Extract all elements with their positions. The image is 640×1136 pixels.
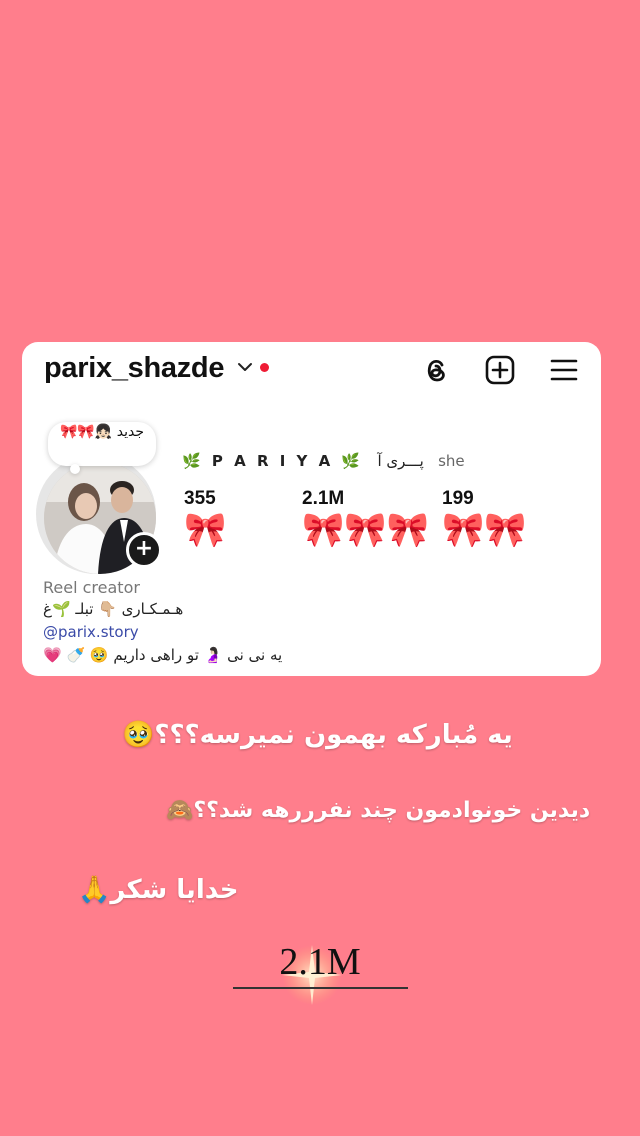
- bio-line-collab: هـمـکـاری 👇🏼 تبلـ 🌱غ: [43, 600, 184, 618]
- plus-circle-icon[interactable]: +: [126, 532, 162, 568]
- chevron-down-icon[interactable]: [236, 360, 254, 374]
- display-name-fa: پـــری آ: [377, 452, 424, 470]
- story-text-line3: خدایا شکر🙏: [78, 875, 239, 905]
- profile-card: parix_shazde + جدید 👧🏻🎀🎀 🌿 P A R I Y A 🌿…: [22, 342, 601, 676]
- plus-square-icon[interactable]: [484, 354, 516, 386]
- stat-posts[interactable]: 355 🎀: [184, 488, 226, 548]
- note-bubble-tail: [70, 464, 80, 474]
- profile-username[interactable]: parix_shazde: [44, 352, 224, 385]
- story-text-line2: دیدین خونوادمون چند نفرررهه شد؟؟🙈: [166, 798, 591, 823]
- display-name-brand: 🌿 P A R I Y A 🌿: [182, 452, 364, 470]
- stat-following[interactable]: 199 🎀🎀: [442, 488, 527, 548]
- red-dot-icon: [260, 363, 269, 372]
- stat-followers-decoration: 🎀🎀🎀: [302, 510, 430, 550]
- bio-link[interactable]: @parix.story: [43, 623, 139, 641]
- note-bubble[interactable]: جدید 👧🏻🎀🎀: [48, 422, 156, 466]
- note-text: جدید 👧🏻🎀🎀: [60, 424, 144, 440]
- stat-followers-value: 2.1M: [302, 488, 345, 509]
- stat-posts-decoration: 🎀: [184, 510, 227, 550]
- stat-following-value: 199: [442, 488, 474, 509]
- hamburger-menu-icon[interactable]: [548, 354, 580, 386]
- underline-divider: [233, 987, 408, 989]
- stat-posts-value: 355: [184, 488, 216, 509]
- stat-following-decoration: 🎀🎀: [442, 510, 527, 550]
- story-text-line1: یه مُبارکه بهمون نمیرسه؟؟؟🥹: [122, 720, 513, 750]
- threads-icon[interactable]: [420, 354, 452, 386]
- profile-category: Reel creator: [43, 578, 140, 597]
- bio-line-baby: یه نی نی 🤰🏻 تو راهی داریم 🥹 🍼 💗: [43, 646, 283, 664]
- big-follower-count: 2.1M: [279, 941, 361, 983]
- pronouns: she: [438, 452, 465, 470]
- display-name: 🌿 P A R I Y A 🌿 پـــری آ she: [182, 452, 465, 470]
- stat-followers[interactable]: 2.1M 🎀🎀🎀: [302, 488, 429, 548]
